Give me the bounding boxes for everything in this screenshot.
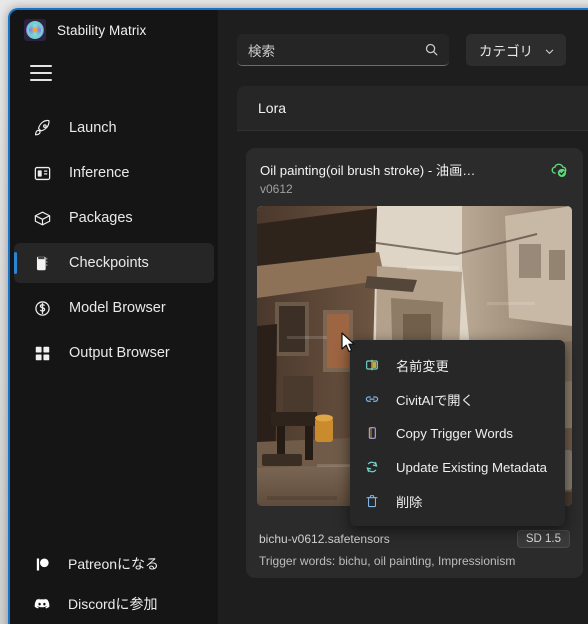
section-header-lora[interactable]: Lora xyxy=(237,86,588,131)
context-menu-item-label: 名前変更 xyxy=(396,358,449,374)
sidebar-footer-links: Patreonになる Discordに参加 xyxy=(10,544,218,624)
sidebar-item-output-browser[interactable]: Output Browser xyxy=(14,333,214,373)
context-menu-item-label: Update Existing Metadata xyxy=(396,459,548,475)
copy-icon xyxy=(364,425,380,441)
sidebar-item-launch[interactable]: Launch xyxy=(14,108,214,148)
context-menu-item-label: 削除 xyxy=(396,494,423,510)
desktop-background: Stability Matrix Launch Inference Packag… xyxy=(0,0,588,624)
sidebar-item-discord[interactable]: Discordに参加 xyxy=(10,584,218,624)
status-badge: SD 1.5 xyxy=(516,530,570,548)
sidebar-item-packages[interactable]: Packages xyxy=(14,198,214,238)
grid-squares-icon xyxy=(33,344,52,363)
cloud-check-icon[interactable] xyxy=(549,161,569,179)
notebook-icon xyxy=(33,254,52,273)
content-toolbar: 検索 カテゴリ xyxy=(218,10,588,66)
refresh-icon xyxy=(364,459,380,475)
section-title: Lora xyxy=(258,100,287,116)
sidebar-item-label: Output Browser xyxy=(69,344,170,361)
model-file-name: bichu-v0612.safetensors xyxy=(259,532,390,546)
context-menu-item-rename[interactable]: 名前変更 xyxy=(350,348,565,382)
globe-dollar-icon xyxy=(33,299,52,318)
model-card-title-row: Oil painting(oil brush stroke) - 油画… xyxy=(260,160,569,179)
sidebar-item-patreon[interactable]: Patreonになる xyxy=(10,544,218,584)
search-input[interactable]: 検索 xyxy=(237,34,449,66)
trash-icon xyxy=(364,493,380,509)
sidebar-item-label: Inference xyxy=(69,164,130,181)
rocket-icon xyxy=(33,119,52,138)
sidebar-item-model-browser[interactable]: Model Browser xyxy=(14,288,214,328)
sidebar-item-label: Model Browser xyxy=(69,299,166,316)
chevron-down-icon xyxy=(544,45,555,56)
stability-matrix-logo-icon xyxy=(24,19,46,41)
model-version: v0612 xyxy=(260,182,293,196)
rename-icon xyxy=(364,357,380,373)
package-box-icon xyxy=(33,209,52,228)
category-label: カテゴリ xyxy=(479,44,533,59)
menu-toggle-wrap xyxy=(10,50,218,96)
sidebar-item-inference[interactable]: Inference xyxy=(14,153,214,193)
context-menu-item-label: Copy Trigger Words xyxy=(396,425,514,441)
window-card-icon xyxy=(33,164,52,183)
context-menu: 名前変更 CivitAIで開く Copy Trigger Words Updat… xyxy=(350,340,565,526)
context-menu-item-label: CivitAIで開く xyxy=(396,392,474,408)
model-file-row: bichu-v0612.safetensors SD 1.5 xyxy=(259,530,570,548)
model-trigger-words: Trigger words: bichu, oil painting, Impr… xyxy=(259,554,516,568)
sidebar-item-label: Launch xyxy=(69,119,117,136)
discord-icon xyxy=(33,595,51,613)
model-title: Oil painting(oil brush stroke) - 油画… xyxy=(260,163,476,178)
patreon-icon xyxy=(33,555,51,573)
hamburger-menu-icon[interactable] xyxy=(30,65,52,81)
sidebar-item-label: Checkpoints xyxy=(69,254,149,271)
category-dropdown[interactable]: カテゴリ xyxy=(466,34,566,66)
search-icon[interactable] xyxy=(424,42,439,57)
context-menu-item-open-civitai[interactable]: CivitAIで開く xyxy=(350,382,565,416)
model-card-footer: bichu-v0612.safetensors SD 1.5 Trigger w… xyxy=(246,523,583,578)
sidebar-item-label: Packages xyxy=(69,209,133,226)
sidebar-item-label: Discordに参加 xyxy=(68,596,158,612)
window-titlebar: Stability Matrix xyxy=(10,10,218,50)
context-menu-item-update-metadata[interactable]: Update Existing Metadata xyxy=(350,450,565,484)
app-window: Stability Matrix Launch Inference Packag… xyxy=(8,8,588,624)
sidebar-nav: Launch Inference Packages Checkpoints Mo… xyxy=(10,108,218,378)
sidebar-item-checkpoints[interactable]: Checkpoints xyxy=(14,243,214,283)
context-menu-item-delete[interactable]: 削除 xyxy=(350,484,565,518)
search-placeholder: 検索 xyxy=(248,43,275,59)
model-card-header: Oil painting(oil brush stroke) - 油画… v06… xyxy=(246,148,583,196)
app-title: Stability Matrix xyxy=(57,22,147,38)
context-menu-item-copy-trigger-words[interactable]: Copy Trigger Words xyxy=(350,416,565,450)
sidebar: Stability Matrix Launch Inference Packag… xyxy=(10,10,218,624)
sidebar-item-label: Patreonになる xyxy=(68,556,160,572)
link-icon xyxy=(364,391,380,407)
main-content: 検索 カテゴリ Lora Oil painting(oil brush stro… xyxy=(218,10,588,624)
